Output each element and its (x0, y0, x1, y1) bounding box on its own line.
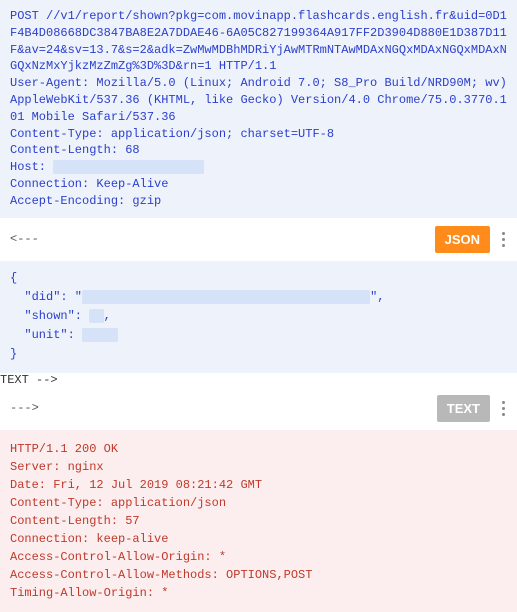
json-did-end: ", (370, 290, 384, 304)
format-badge-text[interactable]: TEXT (437, 395, 490, 422)
more-menu-icon[interactable] (500, 230, 507, 249)
json-did-key: "did": " (10, 290, 82, 304)
request-body-block: { "did": "xxxxxxxxxxxxxxxxxxxxxxxxxxxxxx… (0, 261, 517, 373)
redacted-did: xxxxxxxxxxxxxxxxxxxxxxxxxxxxxxxxxxxxxxxx (82, 290, 370, 304)
response-text: HTTP/1.1 200 OK Server: nginx Date: Fri,… (10, 442, 312, 600)
json-shown-line: "shown": xx, (10, 307, 507, 326)
json-shown-key: "shown": (10, 309, 89, 323)
badge-group-in: JSON (435, 226, 507, 253)
json-open: { (10, 269, 507, 288)
request-body-separator: <--- JSON (0, 218, 517, 261)
redacted-shown: xx (89, 309, 103, 323)
format-badge-json[interactable]: JSON (435, 226, 490, 253)
json-unit-key: "unit": (10, 328, 82, 342)
request-text-part2: Connection: Keep-Alive Accept-Encoding: … (10, 177, 168, 208)
redacted-unit: xxxxx (82, 328, 118, 342)
request-text-part1: POST //v1/report/shown?pkg=com.movinapp.… (10, 9, 514, 174)
redacted-host: xxxxxxxxxxxxxxxxxxxxx (53, 160, 204, 174)
http-request-block: POST //v1/report/shown?pkg=com.movinapp.… (0, 0, 517, 218)
arrow-out: ---> (10, 401, 39, 415)
badge-group-out: TEXT (437, 395, 507, 422)
json-did-line: "did": "xxxxxxxxxxxxxxxxxxxxxxxxxxxxxxxx… (10, 288, 507, 307)
json-shown-end: , (104, 309, 111, 323)
more-menu-icon[interactable] (500, 399, 507, 418)
json-close: } (10, 345, 507, 364)
response-separator: ---> TEXT (0, 387, 517, 430)
arrow-in: <--- (10, 232, 39, 246)
http-response-block: HTTP/1.1 200 OK Server: nginx Date: Fri,… (0, 430, 517, 612)
json-unit-line: "unit": xxxxx (10, 326, 507, 345)
